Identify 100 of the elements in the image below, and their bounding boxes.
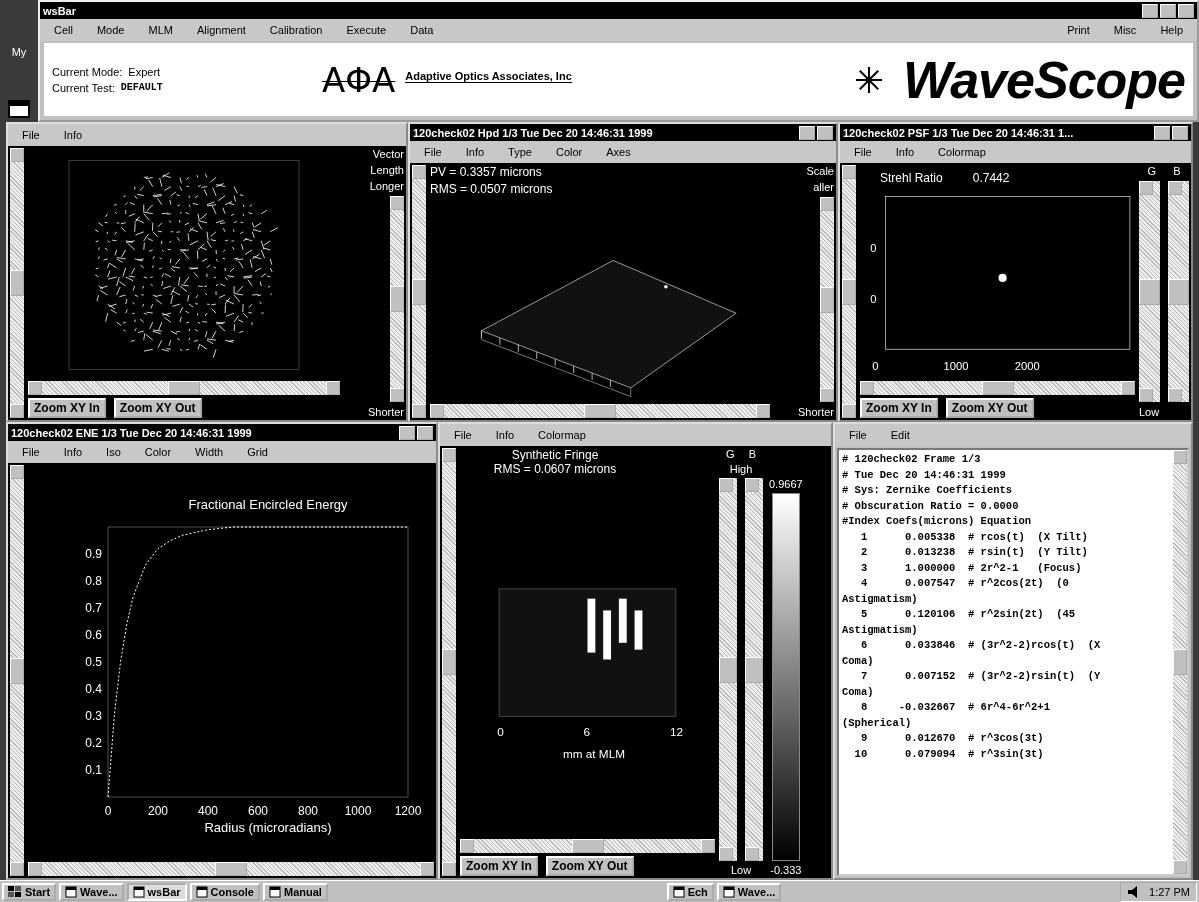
zoom-button[interactable]: Zoom XY In [460,856,538,876]
taskbar-button[interactable]: Wave... [716,883,782,901]
tick-label: 0.1 [85,763,102,777]
taskbar-button[interactable]: Ech [666,883,714,901]
scrollbar[interactable] [390,196,404,402]
minimize-button[interactable] [1142,3,1158,18]
axis-label: Scale [806,165,834,177]
axis-title: mm at MLM [563,746,625,760]
tick-label: 2000 [1014,359,1040,372]
scrollbar[interactable] [412,165,426,418]
menu-item[interactable]: Info [53,128,93,142]
menu-item[interactable]: Help [1150,23,1193,37]
menu-item[interactable]: Misc [1103,23,1147,37]
scrollbar[interactable] [1168,181,1189,402]
menu-item[interactable]: Width [185,445,234,459]
window-icon[interactable] [8,100,30,118]
scrollbar[interactable] [460,839,715,853]
readout-text: RMS = 0.0607 microns [493,462,617,476]
readout-text: RMS = 0.0507 microns [430,182,554,196]
readout-text: PV = 0.3357 microns [430,165,543,179]
menu-item[interactable]: File [844,145,882,159]
minimize-button[interactable] [1154,125,1170,140]
menu-item[interactable]: Cell [44,23,83,37]
slider-label: G [1147,165,1157,177]
menu-item[interactable]: File [414,145,452,159]
menu-item[interactable]: File [12,445,50,459]
tick-label: 0.5 [85,655,102,669]
slider-label: Longer [369,180,404,192]
scrollbar[interactable] [10,465,24,876]
menu-item[interactable]: Info [485,428,525,442]
maximize-button[interactable] [817,125,833,140]
scrollbar[interactable] [719,478,737,861]
maximize-button[interactable] [417,425,433,440]
maximize-button[interactable] [1172,125,1188,140]
tick-label: 0 [872,359,879,372]
tick-label: 1000 [344,804,372,818]
menu-item[interactable]: Mode [86,23,135,37]
menu-item[interactable]: MLM [138,23,183,37]
menu-item[interactable]: Data [400,23,444,37]
scrollbar[interactable] [860,381,1135,395]
maximize-button[interactable] [1160,3,1176,18]
taskbar-button[interactable]: wsBar [126,883,187,901]
zoom-button[interactable]: Zoom XY Out [545,856,634,876]
window-title: 120check02 Hpd 1/3 Tue Dec 20 14:46:31 1999 [413,126,653,139]
zoom-button[interactable]: Zoom XY Out [113,398,202,418]
scrollbar[interactable] [820,197,834,402]
slider-label: G [726,448,735,460]
scrollbar[interactable] [10,148,24,418]
tick-label: 12 [669,724,683,738]
menu-item[interactable]: Print [1057,23,1100,37]
tick-label: 1200 [394,804,422,818]
readout-value: 0.7442 [972,171,1010,185]
menu-item[interactable]: Iso [96,445,131,459]
taskbar-button[interactable]: Console [189,883,260,901]
info-label: Current Test: [52,81,115,94]
menu-item[interactable]: Calibration [259,23,333,37]
slider-label: Shorter [367,406,404,418]
menu-item[interactable]: Alignment [186,23,256,37]
menu-item[interactable]: Colormap [528,428,596,442]
scrollbar[interactable] [1139,181,1160,402]
scrollbar[interactable] [745,478,763,861]
clock: 1:27 PM [1149,886,1190,898]
taskbar-button[interactable]: Manual [263,883,328,901]
menu-item[interactable]: File [12,128,50,142]
menu-item[interactable]: Type [498,145,542,159]
desktop-icon-label[interactable]: My [11,46,27,58]
menu-item[interactable]: Grid [237,445,278,459]
scrollbar[interactable] [442,448,456,876]
menu-item[interactable]: Color [545,145,593,159]
scrollbar[interactable] [1173,450,1187,874]
scrollbar[interactable] [842,165,856,418]
menu-item[interactable]: Info [885,145,925,159]
menu-item[interactable]: File [839,428,877,442]
scrollbar[interactable] [430,404,770,418]
menu-item[interactable]: Edit [880,428,920,442]
scrollbar[interactable] [28,862,434,876]
menu-item[interactable]: File [444,428,482,442]
scrollbar[interactable] [28,381,340,395]
window-title: 120check02 ENE 1/3 Tue Dec 20 14:46:31 1999 [11,426,252,439]
zoom-button[interactable]: Zoom XY In [860,398,938,418]
menu-item[interactable]: Axes [596,145,641,159]
start-button[interactable]: Start [2,883,57,901]
info-value: DEFAULT [120,81,163,94]
chart-title: Fractional Encircled Energy [188,497,348,512]
minimize-button[interactable] [399,425,415,440]
menu-item[interactable]: Execute [336,23,397,37]
menu-item[interactable]: Info [455,145,495,159]
minimize-button[interactable] [799,125,815,140]
close-button[interactable] [1178,3,1194,18]
zoom-button[interactable]: Zoom XY In [28,398,106,418]
tick-label: 200 [148,804,168,818]
slider-label: B [748,448,756,460]
tick-label: 1000 [943,359,969,372]
menu-item[interactable]: Info [53,445,93,459]
menu-item[interactable]: Colormap [928,145,996,159]
window-icon [722,886,735,898]
taskbar-button[interactable]: Wave... [59,883,124,901]
windows-logo-icon [8,886,22,898]
zoom-button[interactable]: Zoom XY Out [945,398,1034,418]
menu-item[interactable]: Color [134,445,182,459]
